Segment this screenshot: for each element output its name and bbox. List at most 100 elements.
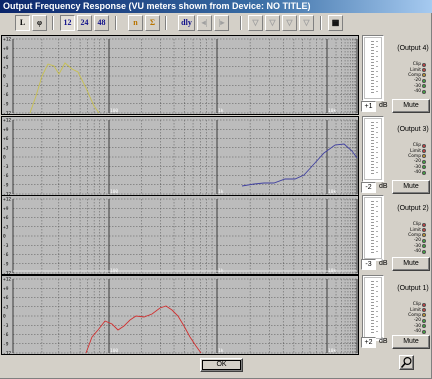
led-indicator [422, 149, 426, 154]
octave-24-button[interactable]: 24 [77, 15, 92, 31]
x-tick-label: 1k [218, 108, 224, 114]
led-indicator [422, 228, 426, 233]
filter-2-button[interactable]: ▽ [265, 15, 280, 31]
led-label: -30 [413, 83, 421, 89]
arrow-right-button[interactable]: |▸ [214, 15, 229, 31]
y-tick-label: +12 [3, 277, 11, 283]
led-label: Limit [410, 67, 421, 73]
filter-4-button[interactable]: ▽ [299, 15, 314, 31]
frequency-graph-output-3[interactable]: +12+9+6+30-3-6-9-121001k10k [1, 116, 359, 197]
toolbar-separator [240, 16, 242, 30]
led-label: -30 [413, 323, 421, 329]
individual-curve-button[interactable]: n [128, 15, 143, 31]
led-indicator [422, 154, 426, 159]
x-tick-label: 10k [328, 348, 336, 354]
grid-button[interactable]: ▦ [328, 15, 343, 31]
y-tick-label: -12 [3, 351, 11, 356]
y-tick-label: +9 [3, 127, 9, 133]
gain-value: +2 [361, 337, 376, 348]
led-label: -20 [413, 318, 421, 324]
led-indicator [422, 313, 426, 318]
led-label: -40 [413, 89, 421, 95]
delay-button[interactable]: dly [178, 15, 195, 31]
led-indicator [422, 78, 426, 83]
filter-1-button[interactable]: ▽ [248, 15, 263, 31]
ok-button[interactable]: OK [200, 358, 243, 372]
x-tick-label: 100 [110, 348, 118, 354]
led-indicator [422, 324, 426, 329]
octave-48-button[interactable]: 48 [94, 15, 109, 31]
led-label: Limit [410, 227, 421, 233]
y-tick-label: -6 [3, 252, 9, 258]
mute-button[interactable]: Mute [392, 335, 430, 349]
y-tick-label: +3 [3, 224, 9, 230]
y-tick-label: -9 [3, 261, 9, 267]
led-panel: Clip Limit Comp -20 -30 -40 [395, 222, 431, 254]
led-row: -40 [395, 89, 431, 94]
y-tick-label: 0 [3, 234, 6, 240]
led-label: -20 [413, 238, 421, 244]
y-tick-label: -3 [3, 323, 9, 329]
led-indicator [422, 222, 426, 227]
led-row: -40 [395, 249, 431, 254]
vu-meter [362, 116, 384, 182]
led-indicator [422, 318, 426, 323]
led-panel: Clip Limit Comp -20 -30 -40 [395, 302, 431, 334]
gain-unit: dB [379, 338, 388, 345]
frequency-graph-output-2[interactable]: +12 +9 +6 +3 0 -3 -6 -9 -12 100 1k 10k [1, 195, 359, 276]
window-title: Output Frequency Response (VU meters sho… [3, 1, 311, 11]
led-indicator [422, 238, 426, 243]
output-label: (Output 2) [397, 205, 429, 212]
frequency-response-curve [241, 143, 358, 187]
y-tick-label: -9 [3, 182, 9, 188]
mute-button[interactable]: Mute [392, 180, 430, 194]
y-tick-label: +6 [3, 215, 9, 221]
y-tick-label: -6 [3, 92, 9, 98]
led-label: -20 [413, 78, 421, 84]
led-label: Clip [412, 222, 421, 228]
linear-view-button[interactable]: L [15, 15, 30, 31]
output-label: (Output 1) [397, 285, 429, 292]
y-tick-label: -6 [3, 173, 9, 179]
phase-view-button[interactable]: φ [32, 15, 47, 31]
filter-3-button[interactable]: ▽ [282, 15, 297, 31]
led-label: -40 [413, 329, 421, 335]
octave-12-button[interactable]: 12 [60, 15, 75, 31]
led-indicator [422, 233, 426, 238]
led-indicator [422, 249, 426, 254]
frequency-response-curve [29, 62, 100, 114]
toolbar-separator [320, 16, 322, 30]
led-row: -40 [395, 170, 431, 175]
x-tick-label: 100 [110, 108, 118, 114]
led-indicator [422, 143, 426, 148]
title-bar[interactable]: Output Frequency Response (VU meters sho… [0, 0, 432, 13]
frequency-graph-output-4[interactable]: +12 +9 +6 +3 0 -3 -6 -9 -12 100 1k 10k [1, 35, 359, 116]
led-indicator [422, 159, 426, 164]
vu-meter [362, 195, 384, 261]
y-tick-label: +12 [3, 118, 11, 124]
led-label: Clip [412, 143, 421, 149]
led-indicator [422, 62, 426, 67]
led-label: -30 [413, 164, 421, 170]
led-indicator [422, 165, 426, 170]
zoom-button[interactable] [399, 355, 414, 370]
gain-unit: dB [379, 102, 388, 109]
led-label: -30 [413, 243, 421, 249]
led-indicator [422, 302, 426, 307]
sum-curve-button[interactable]: Σ [145, 15, 160, 31]
mute-button[interactable]: Mute [392, 99, 430, 113]
led-label: -40 [413, 249, 421, 255]
led-label: Clip [412, 62, 421, 68]
y-tick-label: -3 [3, 243, 9, 249]
x-tick-label: 1k [218, 348, 224, 354]
y-tick-label: -3 [3, 83, 9, 89]
arrow-left-button[interactable]: ◂| [197, 15, 212, 31]
mute-button[interactable]: Mute [392, 257, 430, 271]
y-tick-label: +12 [3, 197, 11, 203]
frequency-graph-output-1[interactable]: +12 +9 +6 +3 0 -3 -6 -9 -12 100 1k 10k [1, 275, 359, 356]
vu-meter [362, 275, 384, 341]
y-tick-label: +3 [3, 304, 9, 310]
y-tick-label: +6 [3, 136, 9, 142]
gain-value: +1 [361, 101, 376, 112]
y-tick-label: +6 [3, 295, 9, 301]
